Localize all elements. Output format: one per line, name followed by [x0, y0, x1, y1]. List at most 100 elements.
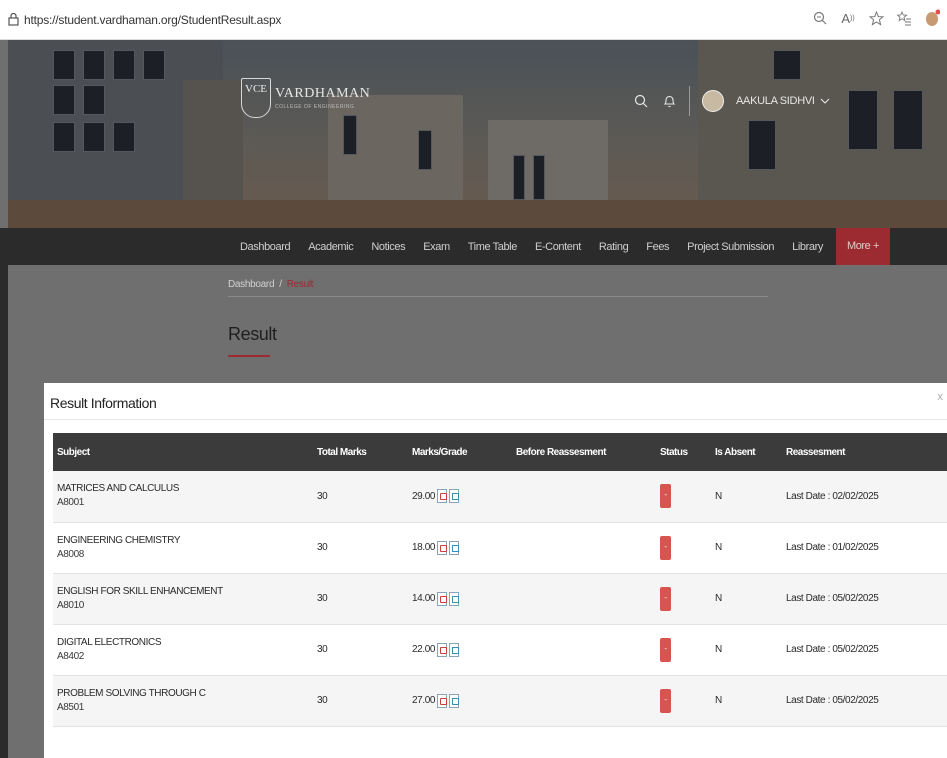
nav-more-button[interactable]: More +: [835, 228, 891, 265]
is-absent: N: [715, 593, 722, 604]
col-reassessment: Reassesment: [786, 446, 845, 458]
left-edge: [0, 228, 8, 758]
reassessment-date: Last Date : 02/02/2025: [786, 490, 879, 502]
favorites-list-icon[interactable]: [895, 9, 913, 27]
pdf-icon[interactable]: [437, 540, 448, 555]
profile-icon[interactable]: [923, 9, 941, 27]
before-reassessment: [516, 522, 660, 573]
document-icon[interactable]: [449, 489, 460, 504]
subject-name: ENGLISH FOR SKILL ENHANCEMENT: [57, 585, 223, 597]
total-marks: 30: [317, 593, 328, 604]
subject-code: A8008: [57, 548, 84, 560]
col-is-absent: Is Absent: [715, 446, 756, 458]
status-button[interactable]: -: [660, 586, 671, 611]
reassessment-date: Last Date : 05/02/2025: [786, 695, 879, 706]
status-button[interactable]: -: [660, 637, 671, 662]
subject-name: PROBLEM SOLVING THROUGH C: [57, 687, 206, 699]
is-absent: N: [715, 695, 722, 706]
nav-exam[interactable]: Exam: [423, 241, 450, 253]
table-row: ENGINEERING CHEMISTRY A8008 30 18.00 - N …: [53, 522, 947, 573]
nav-project-submission[interactable]: Project Submission: [687, 241, 774, 253]
is-absent: N: [715, 644, 722, 655]
subject-name: ENGINEERING CHEMISTRY: [57, 534, 181, 546]
main-navbar: Dashboard Academic Notices Exam Time Tab…: [8, 228, 947, 265]
result-table: Subject Total Marks Marks/Grade Before R…: [53, 433, 947, 727]
document-icon[interactable]: [449, 591, 460, 606]
status-button[interactable]: -: [660, 688, 671, 713]
search-icon[interactable]: [633, 93, 649, 109]
col-marks-grade: Marks/Grade: [412, 446, 468, 458]
pdf-icon[interactable]: [437, 489, 448, 504]
marks-value: 27.00: [412, 695, 436, 706]
pdf-icon[interactable]: [437, 642, 448, 657]
title-underline: [228, 355, 270, 357]
table-row: ENGLISH FOR SKILL ENHANCEMENT A8010 30 14…: [53, 573, 947, 624]
table-row: PROBLEM SOLVING THROUGH C A8501 30 27.00 …: [53, 675, 947, 726]
before-reassessment: [516, 573, 660, 624]
user-name[interactable]: AAKULA SIDHVI: [736, 95, 815, 107]
total-marks: 30: [317, 695, 328, 706]
nav-academic[interactable]: Academic: [308, 241, 354, 253]
status-button[interactable]: -: [660, 484, 671, 509]
nav-fees[interactable]: Fees: [646, 241, 669, 253]
reassessment-date: Last Date : 05/02/2025: [786, 644, 879, 655]
result-modal: Result Information x Subject Total Marks…: [44, 383, 947, 758]
subject-code: A8501: [57, 701, 84, 713]
header-banner: VCE VARDHAMAN COLLEGE OF ENGINEERING AAK…: [8, 40, 947, 228]
nav-e-content[interactable]: E-Content: [535, 241, 581, 253]
document-icon[interactable]: [449, 693, 460, 708]
close-icon[interactable]: x: [938, 391, 944, 403]
modal-title: Result Information: [50, 395, 157, 411]
pdf-icon[interactable]: [437, 591, 448, 606]
zoom-icon[interactable]: [811, 9, 829, 27]
favorite-icon[interactable]: [867, 9, 885, 27]
modal-divider: [44, 419, 947, 420]
nav-rating[interactable]: Rating: [599, 241, 629, 253]
table-row: MATRICES AND CALCULUS A8001 30 29.00 - N …: [53, 471, 947, 522]
subject-code: A8010: [57, 599, 84, 611]
status-button[interactable]: -: [660, 535, 671, 560]
nav-time-table[interactable]: Time Table: [468, 241, 518, 253]
breadcrumb-home[interactable]: Dashboard: [228, 279, 275, 290]
col-status: Status: [660, 446, 688, 458]
reassessment-date: Last Date : 05/02/2025: [786, 593, 879, 604]
marks-value: 29.00: [412, 490, 436, 502]
avatar[interactable]: [702, 90, 724, 112]
col-before-reassessment: Before Reassesment: [516, 446, 606, 458]
logo-subtitle: COLLEGE OF ENGINEERING: [275, 104, 355, 110]
total-marks: 30: [317, 644, 328, 655]
page-title: Result: [228, 324, 277, 344]
marks-value: 14.00: [412, 593, 436, 604]
breadcrumb-current: Result: [286, 279, 314, 290]
marks-value: 18.00: [412, 542, 436, 553]
read-aloud-icon[interactable]: A)): [839, 9, 857, 27]
pdf-icon[interactable]: [437, 693, 448, 708]
subject-code: A8001: [57, 497, 84, 509]
lock-icon: [6, 13, 20, 27]
subject-name: MATRICES AND CALCULUS: [57, 483, 179, 495]
breadcrumb-separator: /: [279, 279, 282, 290]
bell-icon[interactable]: [661, 93, 677, 109]
header-divider: [689, 86, 690, 116]
before-reassessment: [516, 675, 660, 726]
url-field[interactable]: https://student.vardhaman.org/StudentRes…: [24, 13, 281, 27]
before-reassessment: [516, 624, 660, 675]
subject-name: DIGITAL ELECTRONICS: [57, 636, 162, 648]
col-total-marks: Total Marks: [317, 446, 367, 458]
subject-code: A8402: [57, 650, 84, 662]
nav-library[interactable]: Library: [792, 241, 823, 253]
table-row: DIGITAL ELECTRONICS A8402 30 22.00 - N La…: [53, 624, 947, 675]
chevron-down-icon[interactable]: [817, 93, 833, 109]
is-absent: N: [715, 490, 722, 502]
college-logo[interactable]: VCE VARDHAMAN COLLEGE OF ENGINEERING: [241, 78, 370, 118]
nav-dashboard[interactable]: Dashboard: [240, 241, 291, 253]
before-reassessment: [516, 471, 660, 522]
document-icon[interactable]: [449, 540, 460, 555]
total-marks: 30: [317, 490, 328, 502]
reassessment-date: Last Date : 01/02/2025: [786, 542, 879, 553]
breadcrumb-divider: [228, 296, 768, 297]
nav-notices[interactable]: Notices: [371, 241, 405, 253]
document-icon[interactable]: [449, 642, 460, 657]
marks-value: 22.00: [412, 644, 436, 655]
breadcrumb: Dashboard / Result: [228, 279, 314, 290]
